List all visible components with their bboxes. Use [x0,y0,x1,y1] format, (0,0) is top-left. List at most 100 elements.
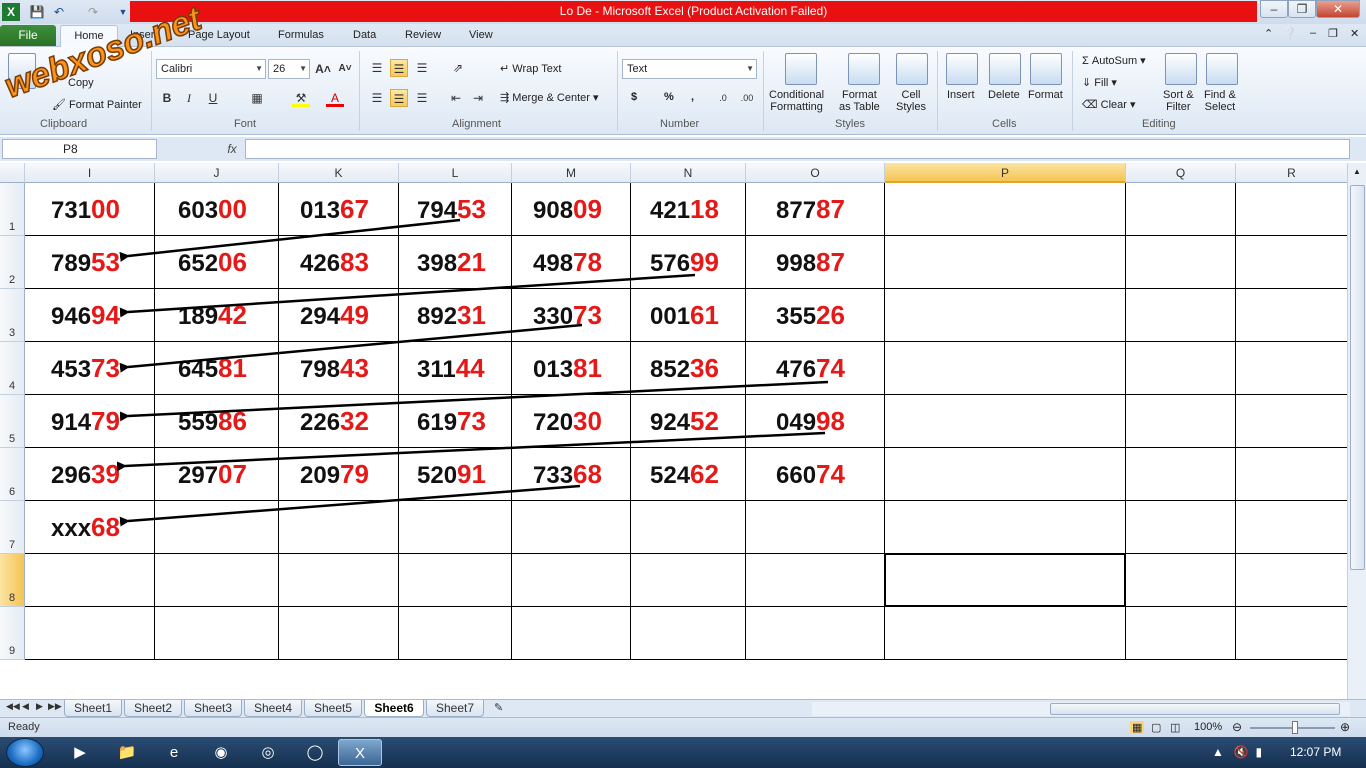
paste-icon[interactable] [8,53,36,89]
conditional-formatting-icon[interactable] [785,53,817,85]
excel-app-icon[interactable]: X [2,3,20,21]
decrease-decimal-icon[interactable]: .00 [738,89,756,107]
format-as-table-button[interactable]: Format as Table [839,89,880,113]
delete-cells-icon[interactable] [989,53,1021,85]
sheet-tab-sheet2[interactable]: Sheet2 [124,700,182,717]
show-hidden-icons-icon[interactable]: ▲ [1212,745,1224,759]
first-sheet-icon[interactable]: ◀◀ [6,701,20,712]
increase-indent-icon[interactable]: ⇥ [469,89,487,107]
italic-icon[interactable]: I [180,89,198,107]
workbook-minimize-icon[interactable]: – [1310,27,1316,39]
system-tray[interactable]: ▲ 🔇 ▮ [1212,745,1262,759]
align-center-icon[interactable]: ☰ [390,89,408,107]
align-bottom-icon[interactable]: ☰ [413,59,431,77]
format-as-table-icon[interactable] [848,53,880,85]
wrap-text-button[interactable]: ↵ Wrap Text [500,62,561,75]
borders-icon[interactable]: ▦ [248,89,266,107]
formula-input[interactable] [245,139,1350,159]
page-layout-view-icon[interactable]: ▢ [1151,721,1161,734]
zoom-level[interactable]: 100% [1194,721,1222,733]
file-explorer-icon[interactable]: 📁 [105,739,149,766]
network-signal-icon[interactable]: ▮ [1256,745,1263,759]
align-top-icon[interactable]: ☰ [368,59,386,77]
zoom-in-icon[interactable]: ⊕ [1340,720,1350,734]
underline-icon[interactable]: U [204,89,222,107]
vertical-scroll-thumb[interactable] [1350,185,1365,570]
minimize-button[interactable]: – [1260,0,1288,18]
bold-icon[interactable]: B [158,89,176,107]
find-select-button[interactable]: Find & Select [1204,89,1236,113]
comma-button[interactable]: , [691,91,694,103]
tab-review[interactable]: Review [405,29,441,41]
sheet-tab-sheet1[interactable]: Sheet1 [64,700,122,717]
font-color-icon[interactable]: A [326,89,344,107]
zoom-slider-thumb[interactable] [1292,721,1298,734]
volume-muted-icon[interactable]: 🔇 [1234,745,1249,759]
increase-decimal-icon[interactable]: .0 [714,89,732,107]
insert-function-button[interactable]: fx [220,139,244,159]
font-size-select[interactable]: 26 ▼ [268,59,310,79]
minimize-ribbon-icon[interactable]: ⌃ [1264,27,1273,40]
autosum-button[interactable]: Σ AutoSum ▾ [1082,54,1146,67]
prev-sheet-icon[interactable]: ◀ [22,701,29,712]
copy-button[interactable]: Copy [68,77,94,89]
tab-home[interactable]: Home [60,25,118,48]
save-icon[interactable]: 💾 [28,3,46,21]
internet-explorer-icon[interactable]: e [152,739,196,766]
tab-formulas[interactable]: Formulas [278,29,324,41]
format-painter-button[interactable]: 🖌 Format Painter [52,98,142,111]
next-sheet-icon[interactable]: ▶ [36,701,43,712]
insert-button[interactable]: Insert [947,89,975,101]
sheet-tab-sheet4[interactable]: Sheet4 [244,700,302,717]
tab-page-layout[interactable]: Page Layout [188,29,250,41]
excel-taskbar-icon[interactable]: X [338,739,382,766]
shrink-font-icon[interactable]: A˅ [336,60,354,78]
currency-button[interactable]: $ [631,91,637,103]
worksheet-grid[interactable]: I J K L M N O P Q R 1 73100 60300 01367 79453 90809 4211… [0,163,1347,699]
media-player-icon[interactable]: ▶ [58,739,102,766]
scroll-up-icon[interactable]: ▲ [1353,167,1361,176]
close-button[interactable]: ✕ [1316,0,1360,18]
horizontal-scrollbar[interactable] [812,702,1350,716]
format-button[interactable]: Format [1028,89,1063,101]
sheet-tab-sheet5[interactable]: Sheet5 [304,700,362,717]
orientation-icon[interactable]: ⇗ [449,59,467,77]
grow-font-icon[interactable]: A˄ [314,60,332,78]
workbook-restore-icon[interactable]: ❐ [1328,27,1338,40]
chrome-icon[interactable]: ◉ [199,739,243,766]
workbook-close-icon[interactable]: ✕ [1350,27,1359,40]
align-left-icon[interactable]: ☰ [368,89,386,107]
tab-view[interactable]: View [469,29,493,41]
tab-insert[interactable]: Insert [130,29,158,41]
merge-center-button[interactable]: ⇶ Merge & Center ▾ [500,91,599,104]
format-cells-icon[interactable] [1030,53,1062,85]
vertical-scrollbar[interactable]: ▲ [1347,163,1366,699]
last-sheet-icon[interactable]: ▶▶ [48,701,62,712]
fill-color-icon[interactable]: ⚒ [292,89,310,107]
delete-button[interactable]: Delete [988,89,1020,101]
font-family-select[interactable]: Calibri ▼ [156,59,266,79]
tab-data[interactable]: Data [353,29,376,41]
sheet-tab-sheet6[interactable]: Sheet6 [364,700,424,717]
insert-cells-icon[interactable] [946,53,978,85]
app-icon[interactable]: ◎ [246,739,290,766]
align-right-icon[interactable]: ☰ [413,89,431,107]
binoculars-icon[interactable] [1206,53,1238,85]
percent-button[interactable]: % [664,91,674,103]
redo-icon[interactable]: ↷ [84,3,102,21]
clear-button[interactable]: ⌫ Clear ▾ [1082,98,1136,111]
cell-styles-icon[interactable] [896,53,928,85]
tab-file[interactable]: File [0,25,56,46]
clock[interactable]: 12:07 PM [1290,745,1341,759]
page-break-view-icon[interactable]: ◫ [1170,721,1180,734]
start-button[interactable] [6,738,44,767]
align-middle-icon[interactable]: ☰ [390,59,408,77]
sheet-tab-sheet7[interactable]: Sheet7 [426,700,484,717]
horizontal-scroll-thumb[interactable] [1050,703,1340,715]
sort-filter-icon[interactable] [1165,53,1197,85]
name-box[interactable]: P8 [2,139,157,159]
cell-styles-button[interactable]: Cell Styles [896,89,926,113]
fill-button[interactable]: ⇓ Fill ▾ [1082,76,1117,89]
insert-sheet-icon[interactable]: ✎ [494,701,503,714]
zoom-out-icon[interactable]: ⊖ [1232,720,1242,734]
